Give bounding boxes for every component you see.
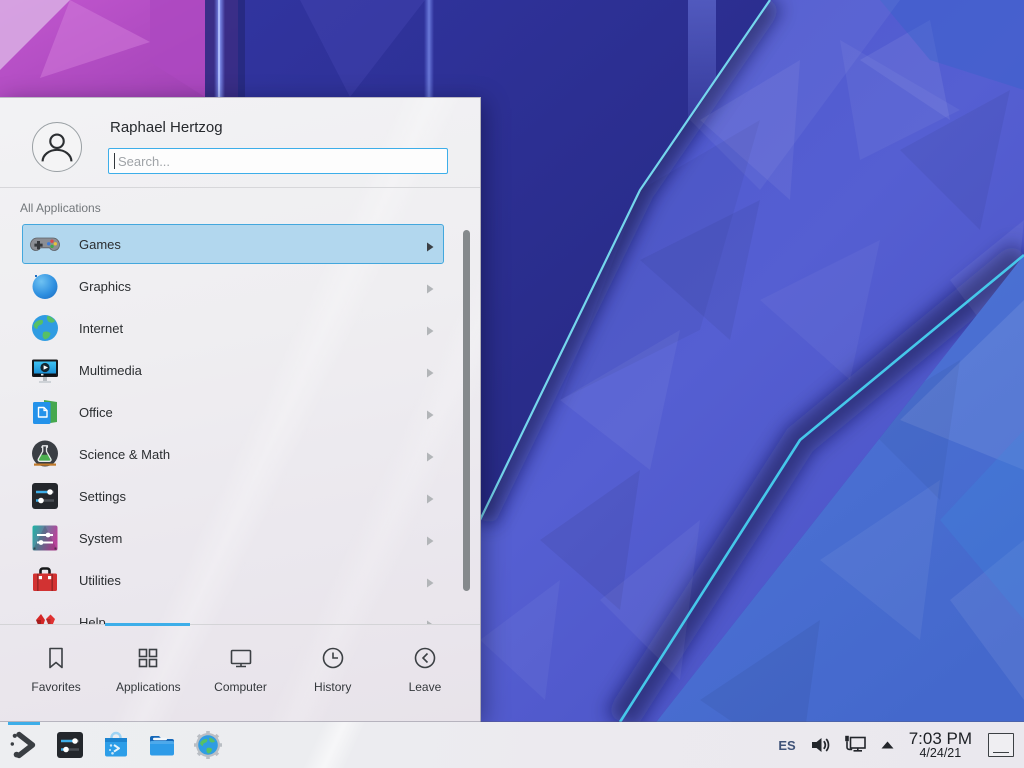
speaker-icon	[809, 734, 831, 756]
taskbar-panel: ES	[0, 722, 1024, 768]
flask-icon	[29, 438, 61, 470]
caret-up-icon	[880, 739, 895, 751]
tab-label: Favorites	[31, 680, 80, 694]
monitor-play-icon	[29, 354, 61, 386]
system-settings-button[interactable]	[51, 726, 89, 764]
category-label: Science & Math	[79, 447, 426, 462]
tab-label: History	[314, 680, 351, 694]
digital-clock[interactable]: 7:03 PM 4/24/21	[909, 730, 972, 761]
tab-label: Applications	[116, 680, 181, 694]
tab-label: Leave	[409, 680, 442, 694]
tab-history[interactable]: History	[287, 625, 379, 715]
category-label: Multimedia	[79, 363, 426, 378]
leave-icon	[412, 645, 438, 671]
launcher-button[interactable]	[5, 726, 43, 764]
category-item-internet[interactable]: Internet	[22, 308, 444, 348]
tray-expander-button[interactable]	[880, 739, 895, 751]
bookmark-icon	[43, 645, 69, 671]
sphere-icon	[29, 270, 61, 302]
taskbar-apps	[0, 726, 227, 764]
user-icon	[33, 123, 81, 171]
tab-favorites[interactable]: Favorites	[10, 625, 102, 715]
browser-globe-icon	[192, 729, 224, 761]
kickoff-icon	[8, 729, 40, 761]
gamepad-icon	[29, 228, 61, 260]
document-icon	[29, 396, 61, 428]
submenu-arrow-icon	[426, 365, 434, 375]
clock-icon	[320, 645, 346, 671]
toolbox-icon	[29, 564, 61, 596]
active-task-indicator	[8, 722, 40, 725]
text-caret	[114, 153, 115, 169]
globe-icon	[29, 312, 61, 344]
settings-icon	[54, 729, 86, 761]
search-input[interactable]	[108, 148, 448, 174]
folder-icon	[146, 729, 178, 761]
computer-icon	[228, 645, 254, 671]
category-list: Games Graphics	[0, 223, 480, 624]
submenu-arrow-icon	[426, 407, 434, 417]
category-item-multimedia[interactable]: Multimedia	[22, 350, 444, 390]
category-item-settings[interactable]: Settings	[22, 476, 444, 516]
submenu-arrow-icon	[426, 533, 434, 543]
category-item-system[interactable]: System	[22, 518, 444, 558]
section-label: All Applications	[20, 201, 101, 215]
category-label: Office	[79, 405, 426, 420]
volume-button[interactable]	[809, 734, 831, 756]
grid-icon	[135, 645, 161, 671]
category-label: Graphics	[79, 279, 426, 294]
submenu-arrow-icon	[426, 491, 434, 501]
category-item-games[interactable]: Games	[22, 224, 444, 264]
tab-label: Computer	[214, 680, 267, 694]
file-manager-button[interactable]	[143, 726, 181, 764]
category-label: Games	[79, 237, 426, 252]
discover-bag-icon	[100, 729, 132, 761]
system-sliders-icon	[29, 522, 61, 554]
category-label: System	[79, 531, 426, 546]
category-label: Utilities	[79, 573, 426, 588]
desktop: Raphael Hertzog All Applications Games	[0, 0, 1024, 768]
submenu-arrow-icon	[426, 575, 434, 585]
category-item-utilities[interactable]: Utilities	[22, 560, 444, 600]
tab-leave[interactable]: Leave	[379, 625, 471, 715]
system-tray: ES	[778, 730, 1024, 761]
clock-time: 7:03 PM	[909, 730, 972, 748]
avatar[interactable]	[32, 122, 82, 172]
web-browser-button[interactable]	[189, 726, 227, 764]
help-icon	[29, 606, 61, 624]
launcher-tabbar: Favorites Applications Computer	[10, 625, 471, 715]
submenu-arrow-icon	[426, 323, 434, 333]
clock-date: 4/24/21	[909, 747, 972, 760]
submenu-arrow-icon	[426, 281, 434, 291]
network-button[interactable]	[843, 734, 868, 756]
launcher-header: Raphael Hertzog	[0, 98, 480, 188]
category-label: Internet	[79, 321, 426, 336]
wired-network-icon	[843, 734, 868, 756]
application-launcher-popup: Raphael Hertzog All Applications Games	[0, 97, 481, 722]
keyboard-layout-indicator[interactable]: ES	[778, 738, 795, 753]
category-item-science-math[interactable]: Science & Math	[22, 434, 444, 474]
submenu-arrow-icon	[426, 239, 434, 249]
tab-computer[interactable]: Computer	[194, 625, 286, 715]
user-name: Raphael Hertzog	[110, 119, 223, 136]
tab-applications[interactable]: Applications	[102, 625, 194, 715]
category-label: Settings	[79, 489, 426, 504]
scrollbar[interactable]	[463, 230, 470, 591]
submenu-arrow-icon	[426, 617, 434, 624]
sliders-icon	[29, 480, 61, 512]
category-item-office[interactable]: Office	[22, 392, 444, 432]
submenu-arrow-icon	[426, 449, 434, 459]
category-item-help[interactable]: Help	[22, 602, 444, 624]
category-item-graphics[interactable]: Graphics	[22, 266, 444, 306]
discover-button[interactable]	[97, 726, 135, 764]
show-desktop-button[interactable]	[988, 733, 1014, 757]
